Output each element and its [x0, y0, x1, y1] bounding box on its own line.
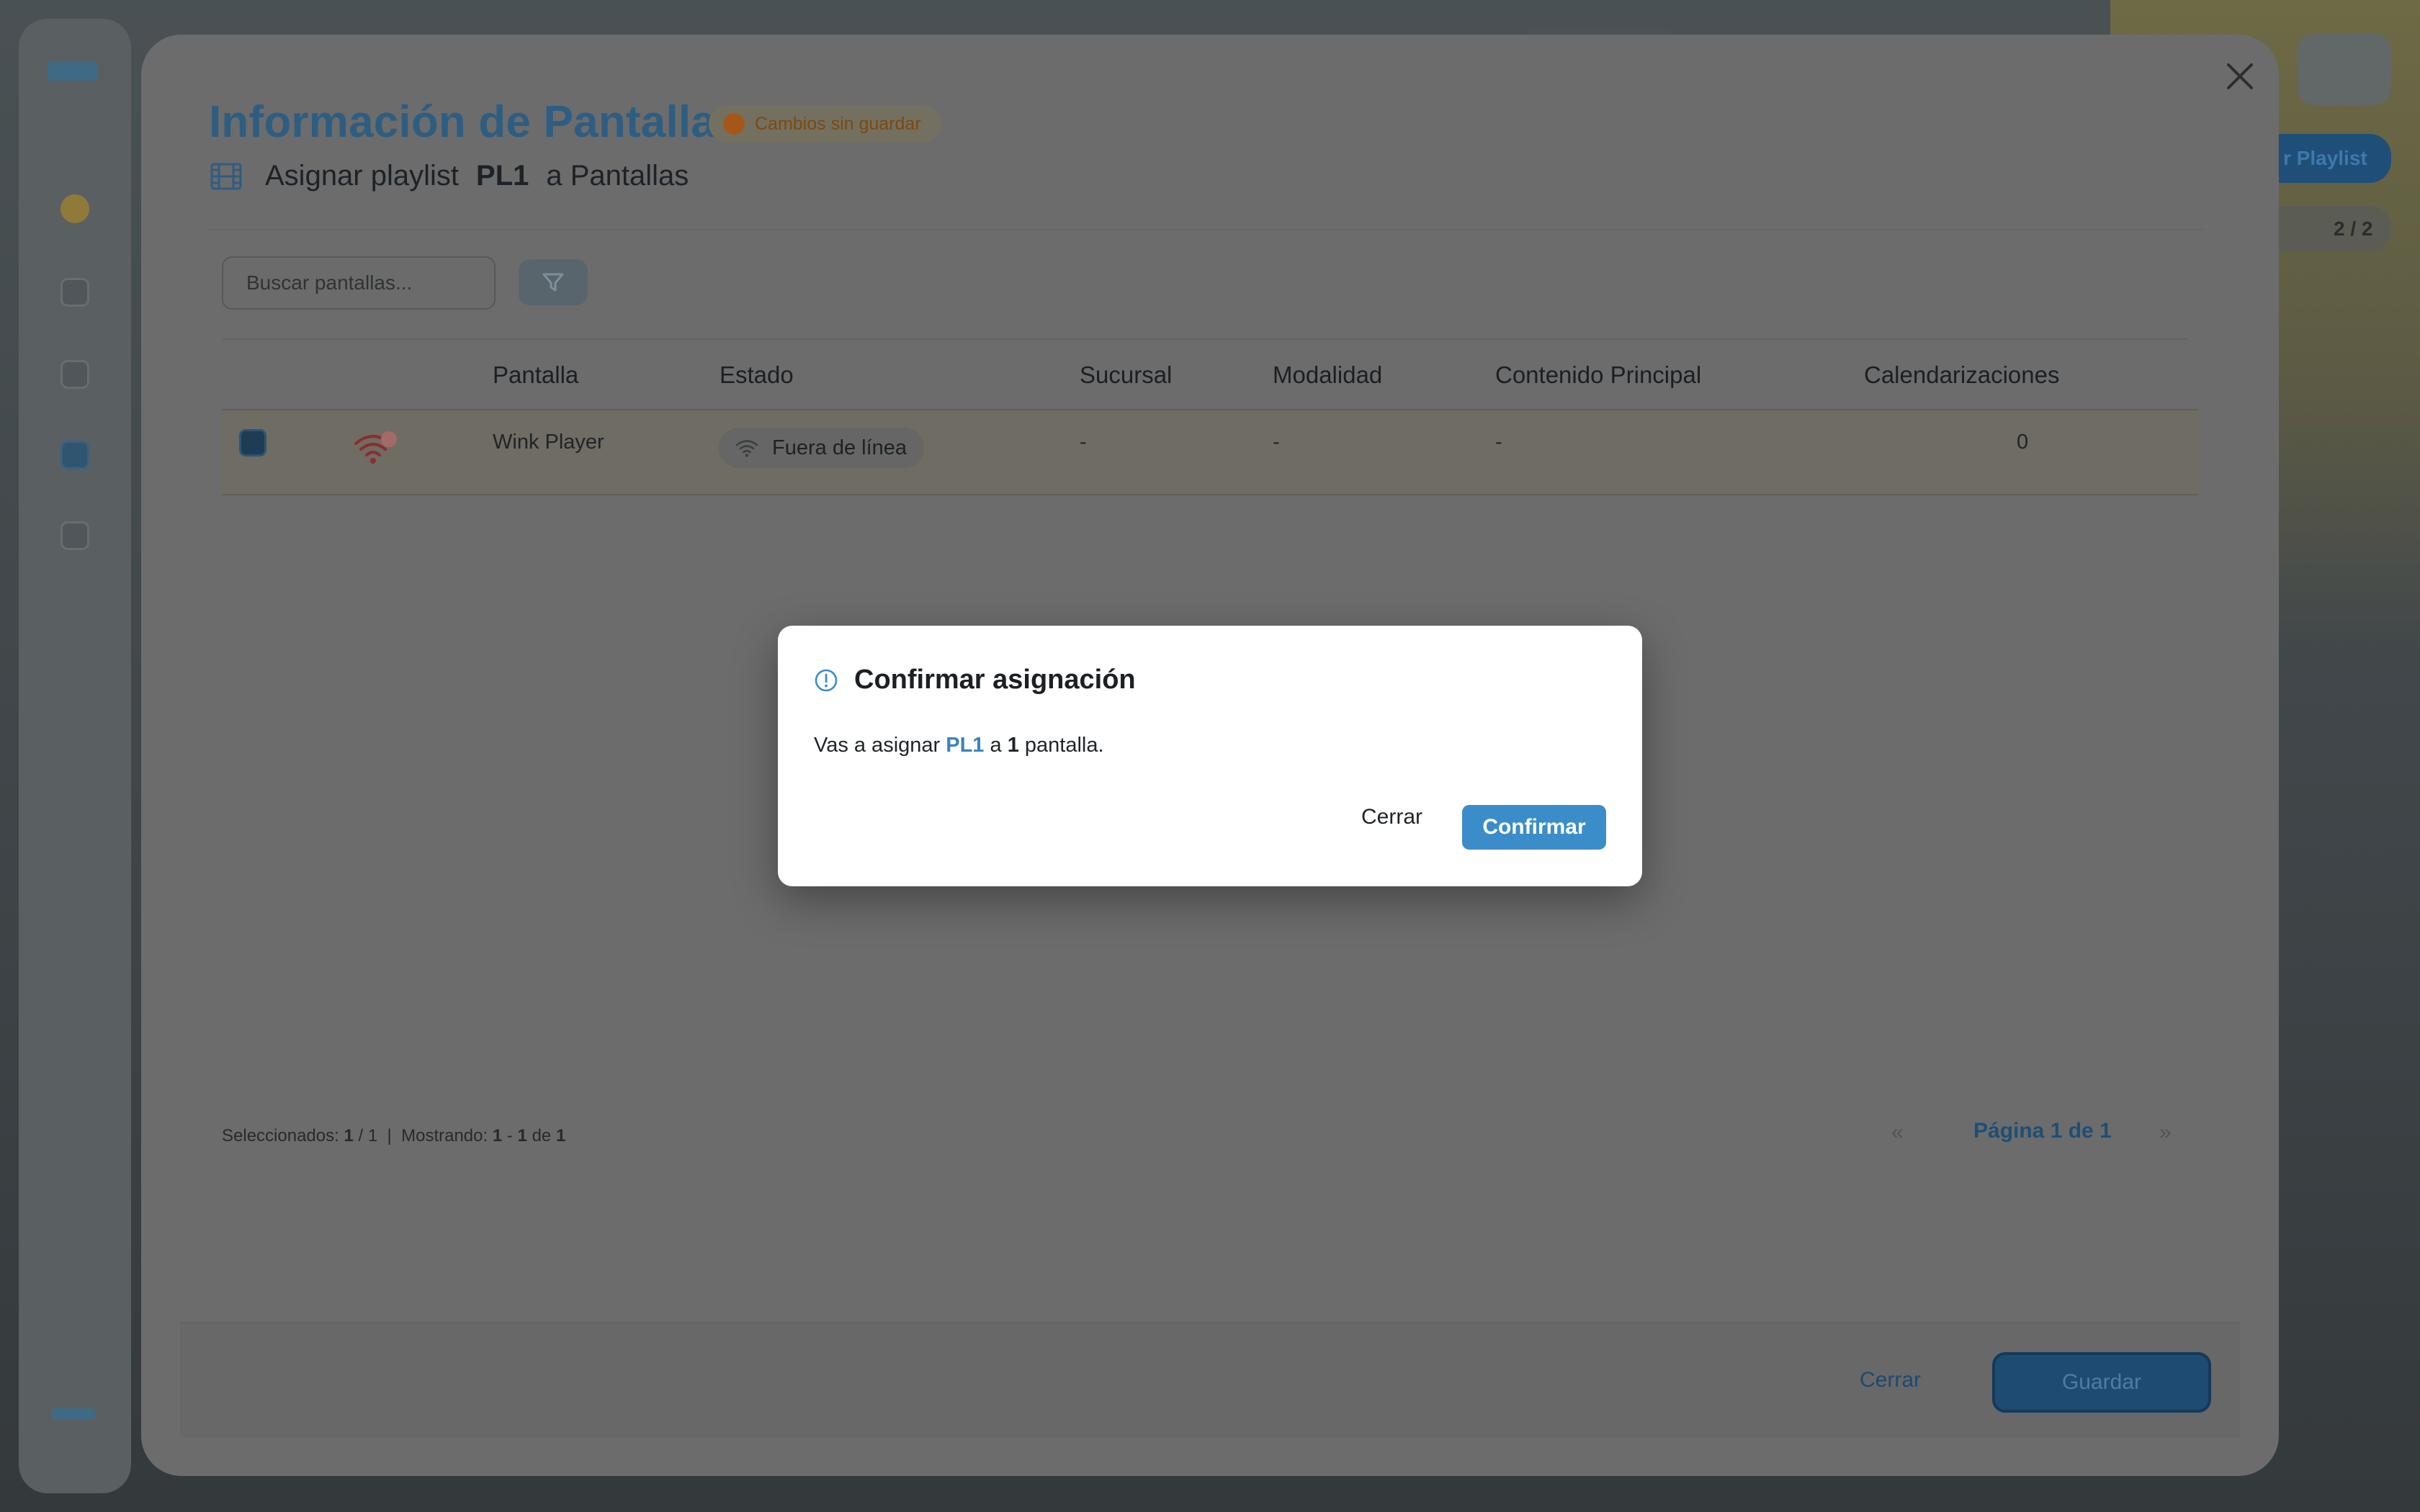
close-icon[interactable]: [2224, 60, 2256, 92]
range-end: 1: [517, 1126, 527, 1146]
unsaved-badge: Cambios sin guardar: [709, 105, 941, 143]
calendar-icon[interactable]: [60, 521, 89, 550]
summary-divider: |: [387, 1126, 392, 1146]
save-button[interactable]: Guardar: [1992, 1352, 2211, 1413]
column-header-modalidad[interactable]: Modalidad: [1273, 361, 1382, 389]
confirm-header: Confirmar asignación: [814, 665, 1136, 696]
column-header-pantalla[interactable]: Pantalla: [493, 361, 578, 389]
pagination-label: Página 1 de 1: [1973, 1119, 2112, 1143]
selection-summary: Seleccionados: 1 / 1 | Mostrando: 1 - 1 …: [222, 1126, 565, 1146]
unsaved-dot-icon: [723, 113, 745, 135]
filter-button[interactable]: [519, 259, 588, 305]
modal-title: Información de Pantallas: [209, 97, 741, 147]
previous-page-icon[interactable]: «: [1891, 1120, 1904, 1145]
info-icon: [815, 669, 838, 691]
confirm-ok-button[interactable]: Confirmar: [1462, 805, 1606, 850]
status-badge: Fuera de línea: [719, 428, 925, 468]
range-dash: -: [506, 1126, 513, 1146]
header-divider: [209, 229, 2204, 230]
logout-icon[interactable]: [2298, 33, 2391, 105]
confirm-msg-mid: a: [990, 734, 1002, 757]
column-header-calendarizaciones[interactable]: Calendarizaciones: [1864, 361, 2060, 389]
wifi-icon: [735, 440, 758, 457]
range-start: 1: [492, 1126, 503, 1146]
close-button[interactable]: Cerrar: [1860, 1368, 1921, 1392]
column-header-sucursal[interactable]: Sucursal: [1080, 361, 1172, 389]
search-input[interactable]: [222, 256, 496, 310]
confirm-title: Confirmar asignación: [854, 665, 1136, 695]
selected-separator: /: [358, 1126, 364, 1146]
next-page-icon[interactable]: »: [2159, 1120, 2172, 1145]
cell-pantalla: Wink Player: [493, 431, 604, 454]
image-icon[interactable]: [60, 360, 89, 389]
modal-footer: [180, 1322, 2240, 1437]
of-total: 1: [555, 1126, 566, 1146]
subtitle-playlist-name: PL1: [476, 160, 529, 192]
confirm-cancel-button[interactable]: Cerrar: [1361, 805, 1422, 829]
column-header-contenido-principal[interactable]: Contenido Principal: [1495, 361, 1701, 389]
unsaved-label: Cambios sin guardar: [755, 113, 921, 134]
wifi-offline-icon: [354, 431, 397, 464]
sidebar: [19, 19, 131, 1493]
confirm-count: 1: [1007, 734, 1019, 757]
table-top-divider: [222, 338, 2187, 340]
column-header-estado[interactable]: Estado: [720, 361, 794, 389]
of-label: de: [532, 1126, 552, 1146]
confirm-dialog: Confirmar asignación Vas a asignar PL1 a…: [778, 626, 1642, 886]
modal-subtitle: Asignar playlist PL1 a Pantallas: [210, 160, 689, 192]
selected-count: 1: [344, 1126, 354, 1146]
playlist-icon[interactable]: [60, 441, 89, 469]
confirm-msg-suffix: pantalla.: [1024, 734, 1104, 757]
sidebar-footer-logo: [52, 1408, 95, 1420]
subtitle-suffix: a Pantallas: [546, 160, 689, 192]
subtitle-prefix: Asignar playlist: [265, 160, 460, 192]
confirm-msg-prefix: Vas a asignar: [814, 734, 941, 757]
showing-label: Mostrando:: [401, 1126, 488, 1146]
film-icon: [210, 163, 242, 189]
cell-calendarizaciones: 0: [2017, 431, 2029, 454]
filter-icon: [542, 273, 564, 292]
selected-label: Seleccionados:: [222, 1126, 339, 1146]
selected-total: 1: [367, 1126, 378, 1146]
hand-icon[interactable]: [60, 194, 89, 223]
cell-sucursal: -: [1080, 431, 1087, 454]
monitor-icon[interactable]: [60, 278, 89, 307]
confirm-message: Vas a asignar PL1 a 1 pantalla.: [814, 734, 1104, 757]
app-logo: [48, 62, 98, 81]
confirm-playlist-name: PL1: [946, 734, 985, 757]
cell-contenido-principal: -: [1495, 431, 1502, 454]
status-label: Fuera de línea: [772, 436, 908, 459]
row-checkbox[interactable]: [239, 429, 266, 456]
cell-modalidad: -: [1273, 431, 1280, 454]
